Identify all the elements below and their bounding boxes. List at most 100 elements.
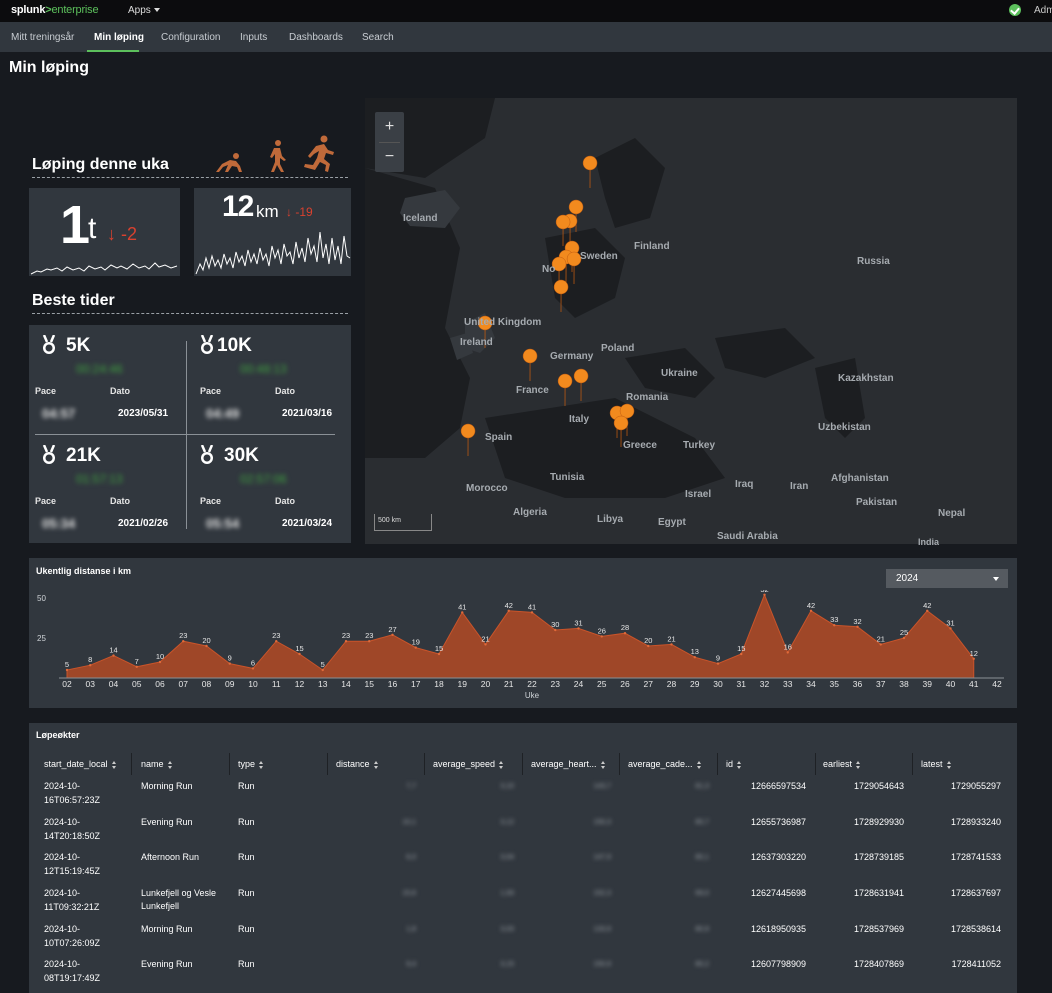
sort-icon [499,760,504,769]
km-unit: km [256,202,279,221]
cell-earliest: 1728631941 [853,888,904,898]
x-tick-label: 23 [551,679,561,689]
best-30k-pace: 05:54 [206,516,240,531]
map-label-saudi-arabia: Saudi Arabia [717,531,778,542]
cell-distance: 1,8 [406,926,416,933]
column-header-avg-cadence[interactable]: average_cade... [628,759,702,769]
cell-id: 12655736987 [750,817,806,827]
x-tick-label: 17 [411,679,421,689]
cell-type: Run [238,852,255,862]
column-header-avg-heart[interactable]: average_heart... [531,759,606,769]
nav-inputs[interactable]: Inputs [240,32,267,43]
column-header-earliest[interactable]: earliest [823,759,861,769]
x-tick-label: 06 [155,679,165,689]
data-label: 15 [295,644,303,653]
cell-name: Evening Run [141,817,193,827]
km-sparkline [195,231,351,275]
map-zoom-control: + − [375,112,404,172]
map-label-tunisia: Tunisia [550,472,585,483]
cell-latest: 1728411052 [951,959,1001,969]
nav-mitt-treningsar[interactable]: Mitt treningsår [11,32,74,43]
column-header-distance[interactable]: distance [336,759,379,769]
cell-earliest: 1728537969 [853,924,904,934]
x-tick-label: 07 [179,679,189,689]
cell-latest: 1728538614 [950,924,1001,934]
cell-distance: 9,4 [406,961,416,968]
x-tick-label: 25 [597,679,607,689]
map-label-turkey: Turkey [683,440,716,451]
map-label-nepal: Nepal [938,508,966,519]
best-21k-date-label: Dato [110,496,130,506]
data-point [902,636,906,640]
data-point [763,593,766,596]
hours-delta-value: -2 [121,224,138,244]
cell-name: Evening Run [141,959,193,969]
column-header-latest[interactable]: latest [921,759,952,769]
data-point [368,640,371,643]
cell-earliest: 1728739185 [853,852,904,862]
column-header-type[interactable]: type [238,759,264,769]
cell-name: Morning Run [141,924,193,934]
data-label: 6 [251,658,255,667]
x-tick-label: 40 [946,679,956,689]
x-tick-label: 09 [225,679,235,689]
data-point [391,633,394,636]
admin-menu[interactable]: Adm [1034,5,1052,16]
column-header-start-date[interactable]: start_date_local [44,759,117,769]
column-separator [229,753,230,775]
nav-search[interactable]: Search [362,32,394,43]
cell-start-date: 2024-10- [44,924,81,934]
column-header-avg-speed[interactable]: average_speed [433,759,504,769]
nav-configuration[interactable]: Configuration [161,32,220,43]
map-label-ukraine: Ukraine [661,368,698,379]
map-label-kazakhstan: Kazakhstan [838,373,894,384]
x-tick-label: 37 [876,679,886,689]
cell-type: Run [238,888,255,898]
data-label: 10 [156,652,164,661]
data-label: 5 [65,660,69,669]
health-ok-icon[interactable] [1009,4,1021,16]
sort-icon [600,760,606,769]
x-tick-label: 15 [365,679,375,689]
weekly-distance-chart: 255058147102320962315523 23271915412142 41… [37,590,1004,700]
nav-min-loping[interactable]: Min løping [94,32,144,43]
cell-average-cadence: 80,9 [695,926,709,933]
map-label-greece: Greece [623,440,657,451]
cell-type: Run [238,817,255,827]
nav-dashboards[interactable]: Dashboards [289,32,343,43]
sort-icon [167,760,173,769]
nav-active-indicator [87,50,139,52]
cell-name: Morning Run [141,781,193,791]
column-separator [619,753,620,775]
map-label-iceland: Iceland [403,213,438,224]
column-header-label: type [238,759,256,769]
y-tick-label: 25 [37,634,46,643]
year-dropdown[interactable]: 2024 [886,569,1008,588]
medal-icon [200,335,214,354]
column-header-id[interactable]: id [726,759,742,769]
data-label: 21 [877,634,885,643]
zoom-in-button[interactable]: + [375,112,404,141]
sort-icon [856,760,861,769]
splunk-logo[interactable]: splunk>enterprise [11,4,99,16]
map-label-italy: Italy [569,414,590,425]
cell-earliest: 1729054643 [853,781,904,791]
data-point [205,644,208,648]
medal-icon [42,445,56,464]
column-header-label: start_date_local [44,759,108,769]
data-point [879,643,882,646]
column-header-name[interactable]: name [141,759,173,769]
data-point [577,627,580,630]
best-10k-name: 10K [217,335,252,356]
cell-average-cadence: 81,3 [695,783,709,790]
apps-menu[interactable]: Apps [128,5,160,16]
cell-earliest: 1728407869 [853,959,904,969]
data-point [786,651,789,654]
x-tick-label: 02 [62,679,72,689]
cell-name: Afternoon Run [141,852,200,862]
zoom-out-button[interactable]: − [375,142,404,171]
map-marker [573,368,589,402]
x-tick-label: 34 [806,679,816,689]
cell-id: 12607798909 [750,959,806,969]
run-map[interactable] [365,98,1017,544]
